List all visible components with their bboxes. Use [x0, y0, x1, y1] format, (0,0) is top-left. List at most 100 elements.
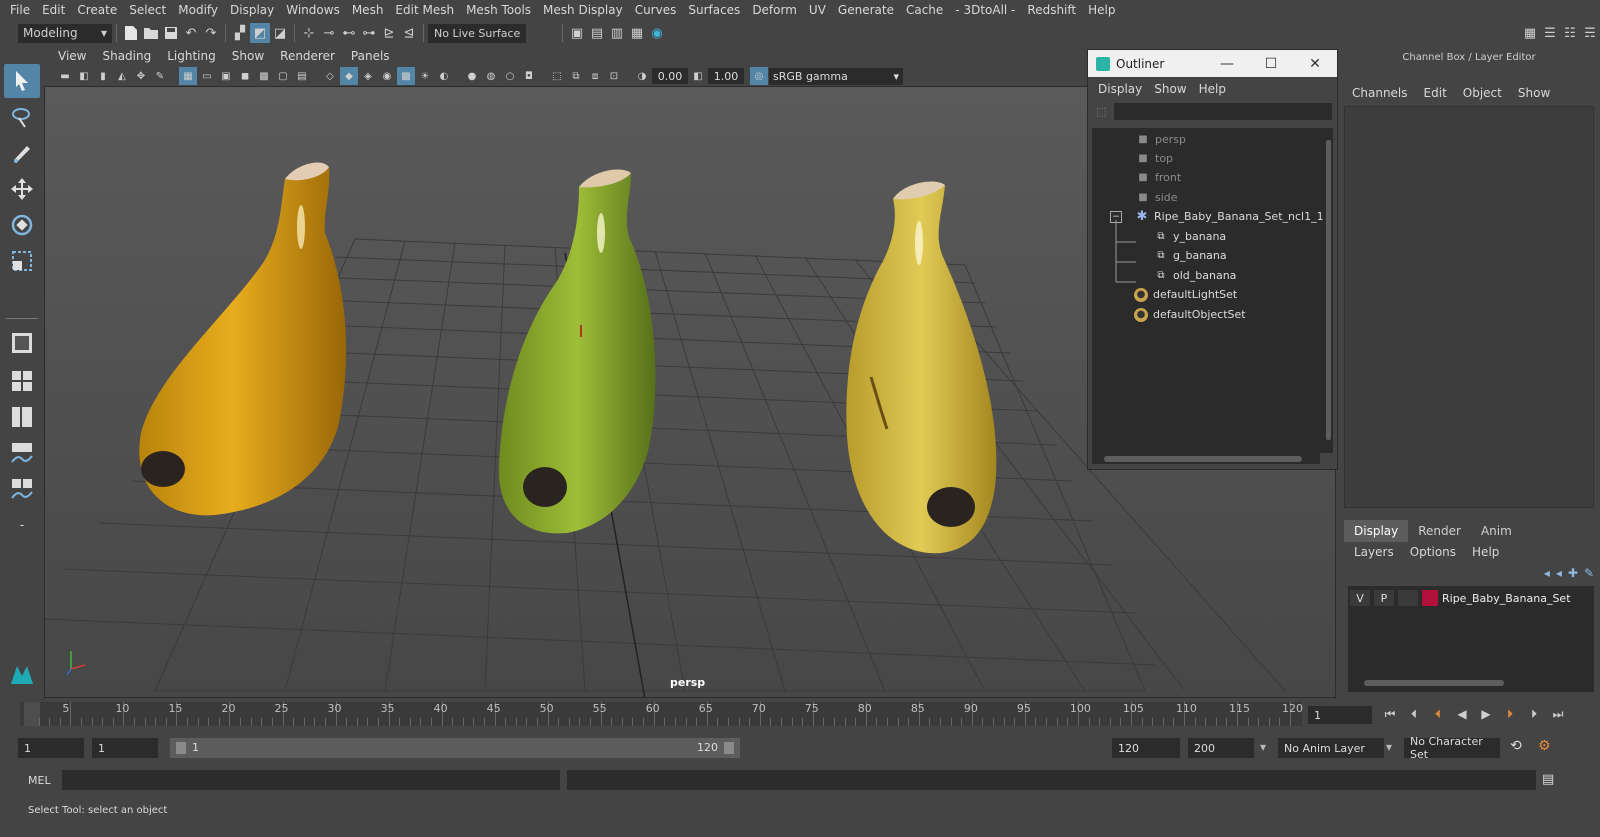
- field-chart-icon[interactable]: ▩: [255, 67, 273, 85]
- outliner-menu-show[interactable]: Show: [1148, 82, 1192, 96]
- filter-icon[interactable]: ⬚: [1096, 105, 1106, 118]
- new-scene-icon[interactable]: [121, 23, 141, 43]
- scale-tool-button[interactable]: [4, 244, 40, 278]
- exposure-icon[interactable]: ◑: [633, 67, 651, 85]
- channel-menu-channels[interactable]: Channels: [1344, 86, 1416, 100]
- channel-box-area[interactable]: [1344, 106, 1594, 508]
- snap-surface-icon[interactable]: ⊵: [379, 23, 399, 43]
- menuset-dropdown[interactable]: Modeling ▾: [18, 23, 112, 43]
- menu-help[interactable]: Help: [1082, 3, 1121, 17]
- anti-aliasing-icon[interactable]: ○: [501, 67, 519, 85]
- menu-display[interactable]: Display: [224, 3, 280, 17]
- menu-redshift[interactable]: Redshift: [1021, 3, 1082, 17]
- xray-joints-icon[interactable]: ⊡: [605, 67, 623, 85]
- menu-mesh-display[interactable]: Mesh Display: [537, 3, 629, 17]
- menu-file[interactable]: File: [4, 3, 36, 17]
- menu-3dtoall[interactable]: - 3DtoAll -: [949, 3, 1021, 17]
- lasso-tool-button[interactable]: [4, 100, 40, 134]
- tab-display[interactable]: Display: [1344, 520, 1409, 542]
- outliner-menu-display[interactable]: Display: [1092, 82, 1148, 96]
- outliner-search-input[interactable]: [1114, 102, 1333, 120]
- character-set-dropdown[interactable]: No Character Set: [1404, 735, 1500, 761]
- safe-action-icon[interactable]: ▢: [274, 67, 292, 85]
- layer-color-swatch[interactable]: [1422, 590, 1438, 606]
- outliner-item-side[interactable]: ■ side: [1136, 188, 1177, 207]
- menu-edit-mesh[interactable]: Edit Mesh: [389, 3, 460, 17]
- gamma-field[interactable]: 1.00: [708, 68, 744, 84]
- persp-graph-layout-button[interactable]: [4, 436, 40, 470]
- snap-grid-icon[interactable]: ⊹: [299, 23, 319, 43]
- rotate-tool-button[interactable]: [4, 208, 40, 242]
- go-to-end-icon[interactable]: ⏭: [1548, 704, 1568, 724]
- shade-options-icon[interactable]: ◈: [359, 67, 377, 85]
- select-object-icon[interactable]: ◩: [250, 23, 270, 43]
- gate-mask-icon[interactable]: ◼: [236, 67, 254, 85]
- time-slider-track[interactable]: 1 51015202530354045505560657075808590951…: [20, 702, 1303, 726]
- menu-surfaces[interactable]: Surfaces: [682, 3, 746, 17]
- save-scene-icon[interactable]: [161, 23, 181, 43]
- animation-end-field[interactable]: 200: [1188, 738, 1254, 758]
- wireframe-on-shaded-icon[interactable]: ◉: [378, 67, 396, 85]
- scrollbar-thumb[interactable]: [1326, 140, 1331, 440]
- layer-row[interactable]: V P Ripe_Baby_Banana_Set: [1350, 588, 1571, 608]
- outliner-item-persp[interactable]: ■ persp: [1136, 130, 1186, 149]
- tool-settings-icon[interactable]: ☷: [1560, 23, 1580, 43]
- motion-blur-icon[interactable]: ◍: [482, 67, 500, 85]
- tab-render[interactable]: Render: [1408, 520, 1471, 542]
- xray-active-components-icon[interactable]: ⧈: [586, 67, 604, 85]
- animation-preferences-icon[interactable]: ⚙: [1538, 738, 1551, 754]
- redo-icon[interactable]: ↷: [201, 23, 221, 43]
- menu-generate[interactable]: Generate: [832, 3, 900, 17]
- new-layer-icon[interactable]: ✚: [1568, 566, 1578, 580]
- attribute-editor-icon[interactable]: ☰: [1540, 23, 1560, 43]
- isolate-select-icon[interactable]: ⬚: [548, 67, 566, 85]
- two-d-pan-icon[interactable]: ✥: [132, 67, 150, 85]
- animation-start-field[interactable]: 1: [18, 738, 84, 758]
- outliner-titlebar[interactable]: Outliner — ☐ ✕: [1088, 50, 1337, 77]
- move-layer-up-icon[interactable]: ◂: [1544, 566, 1550, 580]
- script-language-toggle[interactable]: MEL: [28, 774, 51, 787]
- layer-menu-options[interactable]: Options: [1402, 545, 1464, 559]
- outliner-menu-help[interactable]: Help: [1193, 82, 1232, 96]
- render-view-icon[interactable]: ◉: [647, 23, 667, 43]
- minimize-icon[interactable]: —: [1205, 56, 1249, 72]
- paint-select-tool-button[interactable]: [4, 136, 40, 170]
- exposure-field[interactable]: 0.00: [652, 68, 688, 84]
- menu-curves[interactable]: Curves: [629, 3, 683, 17]
- new-layer-selected-icon[interactable]: ✎: [1584, 566, 1594, 580]
- menu-mesh-tools[interactable]: Mesh Tools: [460, 3, 537, 17]
- range-end-handle[interactable]: [724, 742, 734, 754]
- menu-mesh[interactable]: Mesh: [346, 3, 390, 17]
- select-component-icon[interactable]: ◪: [270, 23, 290, 43]
- layer-playback-toggle[interactable]: P: [1374, 590, 1394, 606]
- step-back-key-icon[interactable]: ⏴: [1428, 704, 1448, 724]
- channel-menu-show[interactable]: Show: [1510, 86, 1558, 100]
- menu-create[interactable]: Create: [71, 3, 123, 17]
- move-tool-button[interactable]: [4, 172, 40, 206]
- grid-icon[interactable]: ▦: [179, 67, 197, 85]
- current-frame-field[interactable]: 1: [1308, 706, 1372, 724]
- gamma-icon[interactable]: ◧: [689, 67, 707, 85]
- panel-menu-panels[interactable]: Panels: [343, 49, 398, 63]
- outliner-item-front[interactable]: ■ front: [1136, 168, 1181, 187]
- colorspace-dropdown[interactable]: sRGB gamma ▾: [769, 67, 903, 85]
- panel-menu-shading[interactable]: Shading: [94, 49, 159, 63]
- depth-of-field-icon[interactable]: ◘: [520, 67, 538, 85]
- menu-cache[interactable]: Cache: [900, 3, 949, 17]
- bookmark-icon[interactable]: ▮: [94, 67, 112, 85]
- resolution-gate-icon[interactable]: ▣: [217, 67, 235, 85]
- render-current-frame-icon[interactable]: ▣: [567, 23, 587, 43]
- outliner-item-default-object-set[interactable]: ● defaultObjectSet: [1134, 305, 1246, 324]
- tab-anim[interactable]: Anim: [1471, 520, 1522, 542]
- live-surface-field[interactable]: No Live Surface: [428, 23, 526, 43]
- outliner-vertical-scrollbar[interactable]: [1323, 128, 1333, 453]
- snap-live-icon[interactable]: ⊴: [399, 23, 419, 43]
- step-forward-key-icon[interactable]: ⏵: [1500, 704, 1520, 724]
- camera-attributes-icon[interactable]: ◧: [75, 67, 93, 85]
- close-icon[interactable]: ✕: [1293, 56, 1337, 72]
- render-settings-icon[interactable]: ▥: [607, 23, 627, 43]
- maximize-icon[interactable]: ☐: [1249, 56, 1293, 72]
- safe-title-icon[interactable]: ▤: [293, 67, 311, 85]
- playback-end-field[interactable]: 120: [1112, 738, 1180, 758]
- smooth-shade-icon[interactable]: ◆: [340, 67, 358, 85]
